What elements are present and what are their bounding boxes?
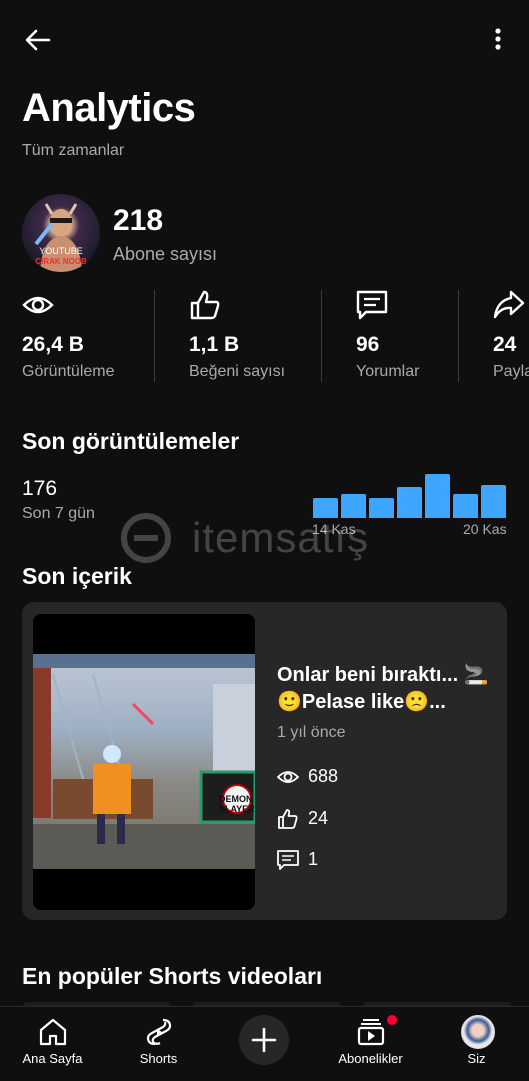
- stat-likes-value: 1,1 B: [189, 333, 240, 356]
- recent-views-title: Son görüntülemeler: [22, 428, 240, 454]
- stat-divider: [458, 290, 459, 382]
- home-icon: [38, 1017, 68, 1047]
- thumbs-up-icon: [189, 290, 221, 320]
- recent-views-value: 176: [22, 477, 58, 500]
- nav-you[interactable]: Siz: [424, 1007, 529, 1081]
- stat-comments-value: 96: [356, 333, 380, 356]
- subscriber-label: Abone sayısı: [113, 244, 218, 264]
- stat-shares-text-clip: 24 Paylaşımlar: [493, 320, 529, 390]
- subscriptions-icon: [356, 1017, 386, 1047]
- nav-subscriptions[interactable]: Abonelikler: [318, 1007, 423, 1081]
- stat-comments-label: Yorumlar: [356, 363, 420, 380]
- video-likes-value: 24: [308, 808, 329, 828]
- plus-icon: [251, 1027, 277, 1053]
- chart-bar: [481, 485, 506, 518]
- stat-views-label: Görüntüleme: [22, 363, 115, 380]
- stat-divider: [154, 290, 155, 382]
- user-avatar: [460, 1015, 495, 1049]
- stat-views-value: 26,4 B: [22, 333, 84, 356]
- eye-icon: [22, 290, 54, 320]
- video-date: 1 yıl önce: [277, 724, 346, 741]
- comment-icon: [356, 290, 388, 320]
- thumbnail-image: DEMON SLAYER: [33, 654, 255, 869]
- video-comments-value: 1: [308, 849, 319, 869]
- arrow-left-icon[interactable]: [22, 24, 54, 56]
- share-icon: [493, 290, 525, 320]
- video-thumbnail[interactable]: DEMON SLAYER: [33, 614, 255, 910]
- thumbs-up-icon: [277, 808, 299, 830]
- stat-shares-value: 24: [493, 333, 517, 356]
- chart-end-label: 20 Kas: [463, 521, 507, 537]
- stat-likes-label: Beğeni sayısı: [189, 363, 286, 380]
- video-views-value: 688: [308, 766, 339, 786]
- recent-views-period: Son 7 gün: [22, 505, 95, 522]
- nav-home[interactable]: Ana Sayfa: [0, 1007, 105, 1081]
- notification-dot: [385, 1013, 399, 1027]
- popular-shorts-title: En popüler Shorts videoları: [22, 963, 323, 989]
- page-title: Analytics: [22, 86, 196, 130]
- nav-shorts[interactable]: Shorts: [106, 1007, 211, 1081]
- time-range-label[interactable]: Tüm zamanlar: [22, 142, 124, 160]
- watermark-logo: itemsatış: [110, 512, 430, 564]
- chart-bar: [453, 494, 478, 518]
- comment-icon: [277, 849, 299, 871]
- channel-avatar: YOUTUBE ÇIRAK NOOB: [22, 194, 100, 272]
- shorts-icon: [144, 1017, 174, 1047]
- thumbnail-badge: DEMON SLAYER: [219, 794, 255, 814]
- create-button[interactable]: [239, 1015, 289, 1065]
- more-vertical-icon[interactable]: [486, 24, 510, 56]
- recent-content-title: Son içerik: [22, 563, 132, 589]
- top-bar: [0, 0, 529, 80]
- stat-divider: [321, 290, 322, 382]
- subscriber-count: 218: [113, 204, 164, 237]
- eye-icon: [276, 766, 300, 788]
- video-title[interactable]: Onlar beni bıraktı... 🚬🙂Pelase like🙁...: [277, 662, 492, 716]
- stat-shares-label: Paylaşımlar: [493, 363, 529, 380]
